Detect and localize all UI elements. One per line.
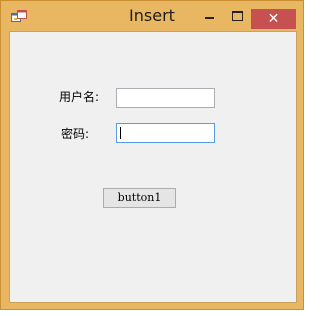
close-button[interactable]: ✕ — [251, 9, 296, 29]
minimize-button[interactable] — [193, 5, 223, 27]
maximize-button[interactable] — [223, 5, 251, 27]
maximize-icon — [232, 11, 243, 21]
button1-button[interactable]: button1 — [103, 188, 176, 208]
username-input[interactable] — [116, 88, 215, 108]
title-bar[interactable]: Insert ✕ — [1, 1, 303, 31]
form-client-area: 用户名: 密码: button1 — [9, 31, 297, 303]
close-icon: ✕ — [267, 11, 280, 27]
minimize-icon — [205, 17, 214, 19]
password-input[interactable] — [116, 123, 215, 143]
app-window: Insert ✕ 用户名: 密码: button1 — [0, 0, 304, 310]
password-label: 密码: — [61, 127, 90, 141]
username-label: 用户名: — [59, 90, 100, 104]
text-caret — [120, 127, 121, 139]
